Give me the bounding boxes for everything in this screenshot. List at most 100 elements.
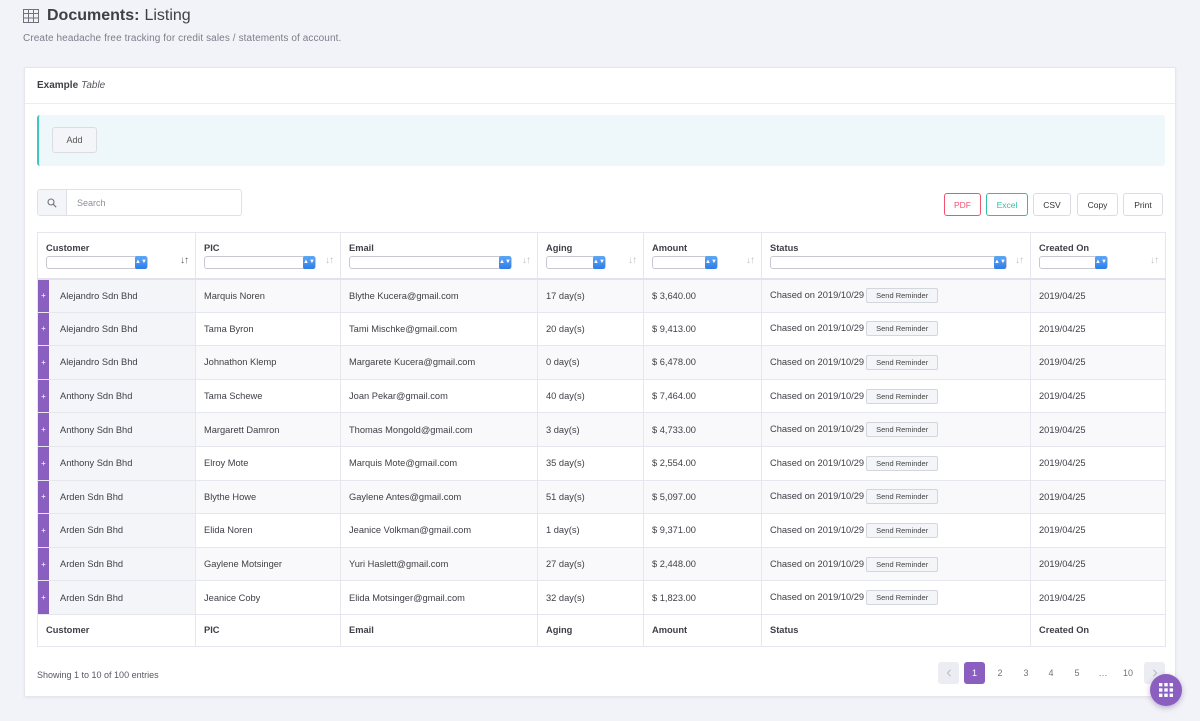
search-input[interactable] bbox=[67, 190, 237, 215]
cell-pic: Blythe Howe bbox=[195, 479, 341, 515]
pagination-page-2[interactable]: 2 bbox=[990, 662, 1010, 684]
expand-row-button[interactable]: + bbox=[38, 446, 49, 480]
send-reminder-button[interactable]: Send Reminder bbox=[866, 489, 939, 505]
sort-icon[interactable]: ↓↑ bbox=[746, 255, 755, 266]
table-icon bbox=[23, 9, 39, 23]
expand-row-button[interactable]: + bbox=[38, 279, 49, 312]
filter-select-created-on[interactable]: ▲▼ bbox=[1039, 256, 1108, 269]
cell-customer: + Arden Sdn Bhd bbox=[37, 479, 196, 515]
expand-row-button[interactable]: + bbox=[38, 346, 49, 379]
cell-aging: 51 day(s) bbox=[537, 479, 644, 515]
table-row: + Alejandro Sdn Bhd Tama Byron Tami Misch… bbox=[37, 311, 1166, 347]
filter-select-email[interactable]: ▲▼ bbox=[349, 256, 512, 269]
table-header-row: Customer ▲▼ ↓↑ PIC ▲▼ ↓↑ Email ▲▼ ↓↑ Agi… bbox=[37, 232, 1166, 280]
page-title-light: Listing bbox=[144, 7, 191, 24]
send-reminder-button[interactable]: Send Reminder bbox=[866, 455, 939, 471]
filter-select-pic[interactable]: ▲▼ bbox=[204, 256, 316, 269]
footer-pic: PIC bbox=[195, 613, 341, 647]
cell-customer: + Alejandro Sdn Bhd bbox=[37, 278, 196, 313]
cell-status: Chased on 2019/10/29 Send Reminder bbox=[761, 345, 1031, 380]
cell-aging: 27 day(s) bbox=[537, 546, 644, 582]
card-title-bold: Example bbox=[37, 80, 79, 91]
cell-pic: Elida Noren bbox=[195, 513, 341, 548]
expand-row-button[interactable]: + bbox=[38, 379, 49, 413]
expand-row-button[interactable]: + bbox=[38, 581, 49, 614]
filter-select-status[interactable]: ▲▼ bbox=[770, 256, 1007, 269]
cell-pic: Margarett Damron bbox=[195, 412, 341, 447]
table-row: + Arden Sdn Bhd Jeanice Coby Elida Motsin… bbox=[37, 580, 1166, 615]
select-arrows-icon: ▲▼ bbox=[303, 256, 315, 269]
cell-status: Chased on 2019/10/29 Send Reminder bbox=[761, 445, 1031, 481]
send-reminder-button[interactable]: Send Reminder bbox=[866, 354, 939, 370]
export-pdf-button[interactable]: PDF bbox=[944, 193, 981, 216]
cell-created-on: 2019/04/25 bbox=[1030, 445, 1166, 481]
pagination-page-5[interactable]: 5 bbox=[1067, 662, 1087, 684]
sort-icon[interactable]: ↓↑ bbox=[522, 255, 531, 266]
send-reminder-button[interactable]: Send Reminder bbox=[866, 522, 939, 538]
cell-status: Chased on 2019/10/29 Send Reminder bbox=[761, 479, 1031, 515]
cell-amount: $ 6,478.00 bbox=[643, 345, 762, 380]
cell-aging: 40 day(s) bbox=[537, 378, 644, 414]
cell-created-on: 2019/04/25 bbox=[1030, 278, 1166, 313]
table-body: + Alejandro Sdn Bhd Marquis Noren Blythe … bbox=[37, 278, 1166, 615]
cell-email: Joan Pekar@gmail.com bbox=[340, 378, 538, 414]
expand-row-button[interactable]: + bbox=[38, 312, 49, 346]
filter-select-customer[interactable]: ▲▼ bbox=[46, 256, 148, 269]
add-button[interactable]: Add bbox=[52, 127, 97, 153]
expand-row-button[interactable]: + bbox=[38, 547, 49, 581]
filter-select-amount[interactable]: ▲▼ bbox=[652, 256, 718, 269]
pagination-prev-button[interactable] bbox=[938, 662, 959, 684]
sort-icon[interactable]: ↓↑ bbox=[628, 255, 637, 266]
filter-select-aging[interactable]: ▲▼ bbox=[546, 256, 606, 269]
pagination-page-4[interactable]: 4 bbox=[1041, 662, 1061, 684]
cell-aging: 35 day(s) bbox=[537, 445, 644, 481]
select-arrows-icon: ▲▼ bbox=[994, 256, 1006, 269]
select-arrows-icon: ▲▼ bbox=[135, 256, 147, 269]
send-reminder-button[interactable]: Send Reminder bbox=[866, 422, 939, 438]
cell-customer: + Anthony Sdn Bhd bbox=[37, 445, 196, 481]
column-header-status[interactable]: Status ▲▼ ↓↑ bbox=[761, 232, 1031, 280]
cell-email: Tami Mischke@gmail.com bbox=[340, 311, 538, 347]
expand-row-button[interactable]: + bbox=[38, 413, 49, 446]
send-reminder-button[interactable]: Send Reminder bbox=[866, 288, 939, 304]
cell-aging: 20 day(s) bbox=[537, 311, 644, 347]
column-header-created-on[interactable]: Created On ▲▼ ↓↑ bbox=[1030, 232, 1166, 280]
sort-icon[interactable]: ↓↑ bbox=[325, 255, 334, 266]
pagination-page-3[interactable]: 3 bbox=[1016, 662, 1036, 684]
select-arrows-icon: ▲▼ bbox=[705, 256, 717, 269]
table-info: Showing 1 to 10 of 100 entries bbox=[37, 670, 159, 680]
cell-status: Chased on 2019/10/29 Send Reminder bbox=[761, 513, 1031, 548]
apps-menu-button[interactable] bbox=[1150, 674, 1182, 706]
column-header-pic[interactable]: PIC ▲▼ ↓↑ bbox=[195, 232, 341, 280]
column-header-aging[interactable]: Aging ▲▼ ↓↑ bbox=[537, 232, 644, 280]
cell-email: Marquis Mote@gmail.com bbox=[340, 445, 538, 481]
sort-desc-icon[interactable]: ↓↑ bbox=[180, 255, 189, 266]
column-header-customer[interactable]: Customer ▲▼ ↓↑ bbox=[37, 232, 196, 280]
column-header-amount[interactable]: Amount ▲▼ ↓↑ bbox=[643, 232, 762, 280]
export-excel-button[interactable]: Excel bbox=[986, 193, 1028, 216]
table-footer-row: Customer PIC Email Aging Amount Status C… bbox=[37, 613, 1166, 647]
sort-icon[interactable]: ↓↑ bbox=[1015, 255, 1024, 266]
cell-amount: $ 9,371.00 bbox=[643, 513, 762, 548]
expand-row-button[interactable]: + bbox=[38, 514, 49, 547]
cell-pic: Tama Byron bbox=[195, 311, 341, 347]
cell-pic: Elroy Mote bbox=[195, 445, 341, 481]
copy-button[interactable]: Copy bbox=[1077, 193, 1118, 216]
sort-icon[interactable]: ↓↑ bbox=[1150, 255, 1159, 266]
cell-created-on: 2019/04/25 bbox=[1030, 479, 1166, 515]
card-title-italic: Table bbox=[81, 80, 106, 91]
send-reminder-button[interactable]: Send Reminder bbox=[866, 556, 939, 572]
print-button[interactable]: Print bbox=[1123, 193, 1163, 216]
send-reminder-button[interactable]: Send Reminder bbox=[866, 321, 939, 337]
page-header: Documents: Listing Create headache free … bbox=[23, 6, 341, 44]
send-reminder-button[interactable]: Send Reminder bbox=[866, 388, 939, 404]
export-csv-button[interactable]: CSV bbox=[1033, 193, 1071, 216]
pagination-page-10[interactable]: 10 bbox=[1118, 662, 1138, 684]
cell-customer: + Anthony Sdn Bhd bbox=[37, 412, 196, 447]
table-row: + Anthony Sdn Bhd Margarett Damron Thomas… bbox=[37, 412, 1166, 447]
cell-amount: $ 4,733.00 bbox=[643, 412, 762, 447]
expand-row-button[interactable]: + bbox=[38, 480, 49, 514]
column-header-email[interactable]: Email ▲▼ ↓↑ bbox=[340, 232, 538, 280]
pagination-page-1[interactable]: 1 bbox=[964, 662, 985, 684]
send-reminder-button[interactable]: Send Reminder bbox=[866, 590, 939, 606]
